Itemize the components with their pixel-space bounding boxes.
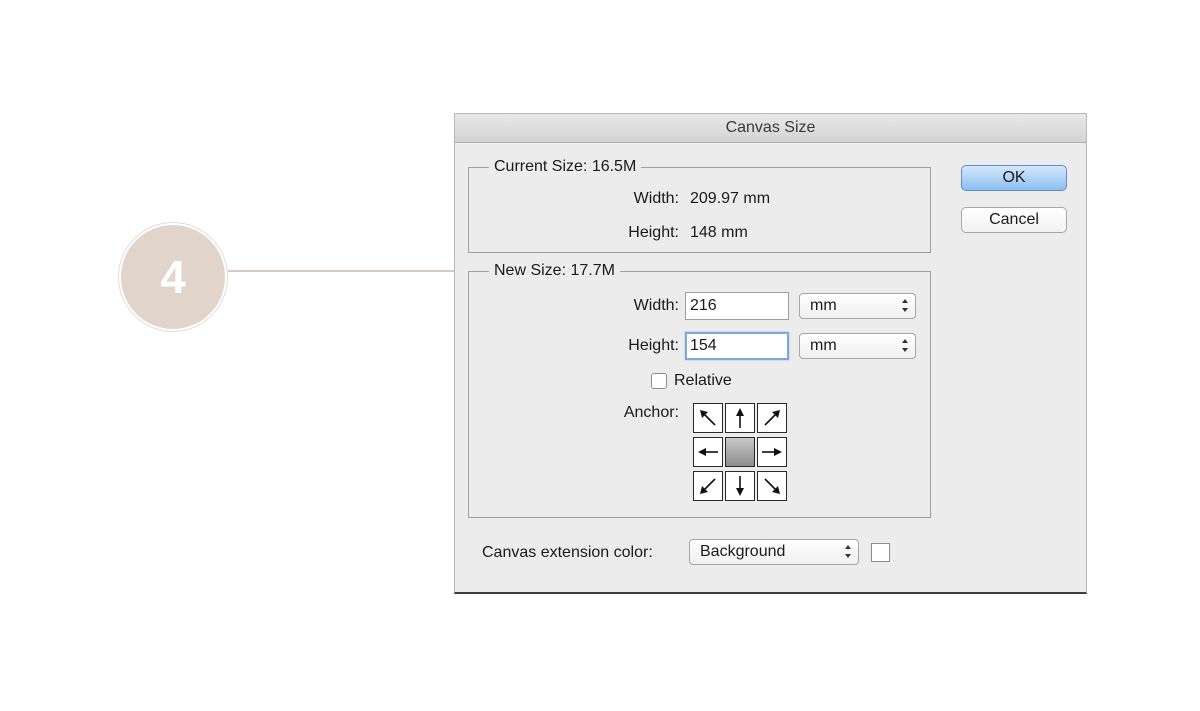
anchor-top[interactable] xyxy=(725,403,755,433)
anchor-bottom-left[interactable] xyxy=(693,471,723,501)
arrow-down-icon xyxy=(736,476,744,496)
arrow-right-icon xyxy=(762,448,782,456)
arrow-down-left-icon xyxy=(700,478,716,494)
anchor-grid xyxy=(693,403,789,503)
width-input[interactable]: 216 xyxy=(685,292,789,320)
current-size-legend: Current Size: 16.5M xyxy=(489,157,642,177)
anchor-right[interactable] xyxy=(757,437,787,467)
arrow-up-icon xyxy=(736,408,744,428)
extension-color-swatch[interactable] xyxy=(871,543,890,562)
new-width-label: Width: xyxy=(633,297,679,314)
current-width-label: Width: xyxy=(633,190,679,207)
arrow-down-right-icon xyxy=(764,478,780,494)
dialog-title: Canvas Size xyxy=(725,119,816,136)
width-unit-select[interactable]: mm xyxy=(799,293,916,319)
step-number: 4 xyxy=(160,251,186,303)
height-unit-select[interactable]: mm xyxy=(799,333,916,359)
canvas-size-dialog: Canvas Size Current Size: 16.5M Width: 2… xyxy=(454,113,1087,594)
anchor-top-right[interactable] xyxy=(757,403,787,433)
extension-color-select[interactable]: Background xyxy=(689,539,859,565)
current-height-value: 148 mm xyxy=(690,224,748,241)
anchor-label: Anchor: xyxy=(623,404,679,421)
relative-checkbox[interactable] xyxy=(651,373,667,389)
cancel-button[interactable]: Cancel xyxy=(961,207,1067,233)
anchor-bottom-right[interactable] xyxy=(757,471,787,501)
height-input[interactable]: 154 xyxy=(685,332,789,360)
height-unit-value: mm xyxy=(810,337,837,354)
anchor-top-left[interactable] xyxy=(693,403,723,433)
current-width-value: 209.97 mm xyxy=(690,190,771,207)
anchor-bottom[interactable] xyxy=(725,471,755,501)
title-bar: Canvas Size xyxy=(455,114,1086,143)
extension-color-value: Background xyxy=(700,543,786,560)
current-height-label: Height: xyxy=(628,224,679,241)
callout-line xyxy=(228,270,490,272)
relative-label: Relative xyxy=(674,372,732,389)
arrow-up-left-icon xyxy=(700,410,716,426)
arrow-left-icon xyxy=(698,448,718,456)
arrow-up-right-icon xyxy=(764,410,780,426)
new-size-legend: New Size: 17.7M xyxy=(489,261,620,281)
select-arrows-icon xyxy=(902,339,908,353)
anchor-center[interactable] xyxy=(725,437,755,467)
new-height-label: Height: xyxy=(628,337,679,354)
select-arrows-icon xyxy=(902,299,908,313)
extension-color-label: Canvas extension color: xyxy=(482,544,653,561)
anchor-left[interactable] xyxy=(693,437,723,467)
step-badge: 4 xyxy=(121,225,225,329)
ok-button[interactable]: OK xyxy=(961,165,1067,191)
current-size-group: Current Size: 16.5M Width: 209.97 mm Hei… xyxy=(468,157,931,253)
select-arrows-icon xyxy=(845,545,851,559)
width-unit-value: mm xyxy=(810,297,837,314)
